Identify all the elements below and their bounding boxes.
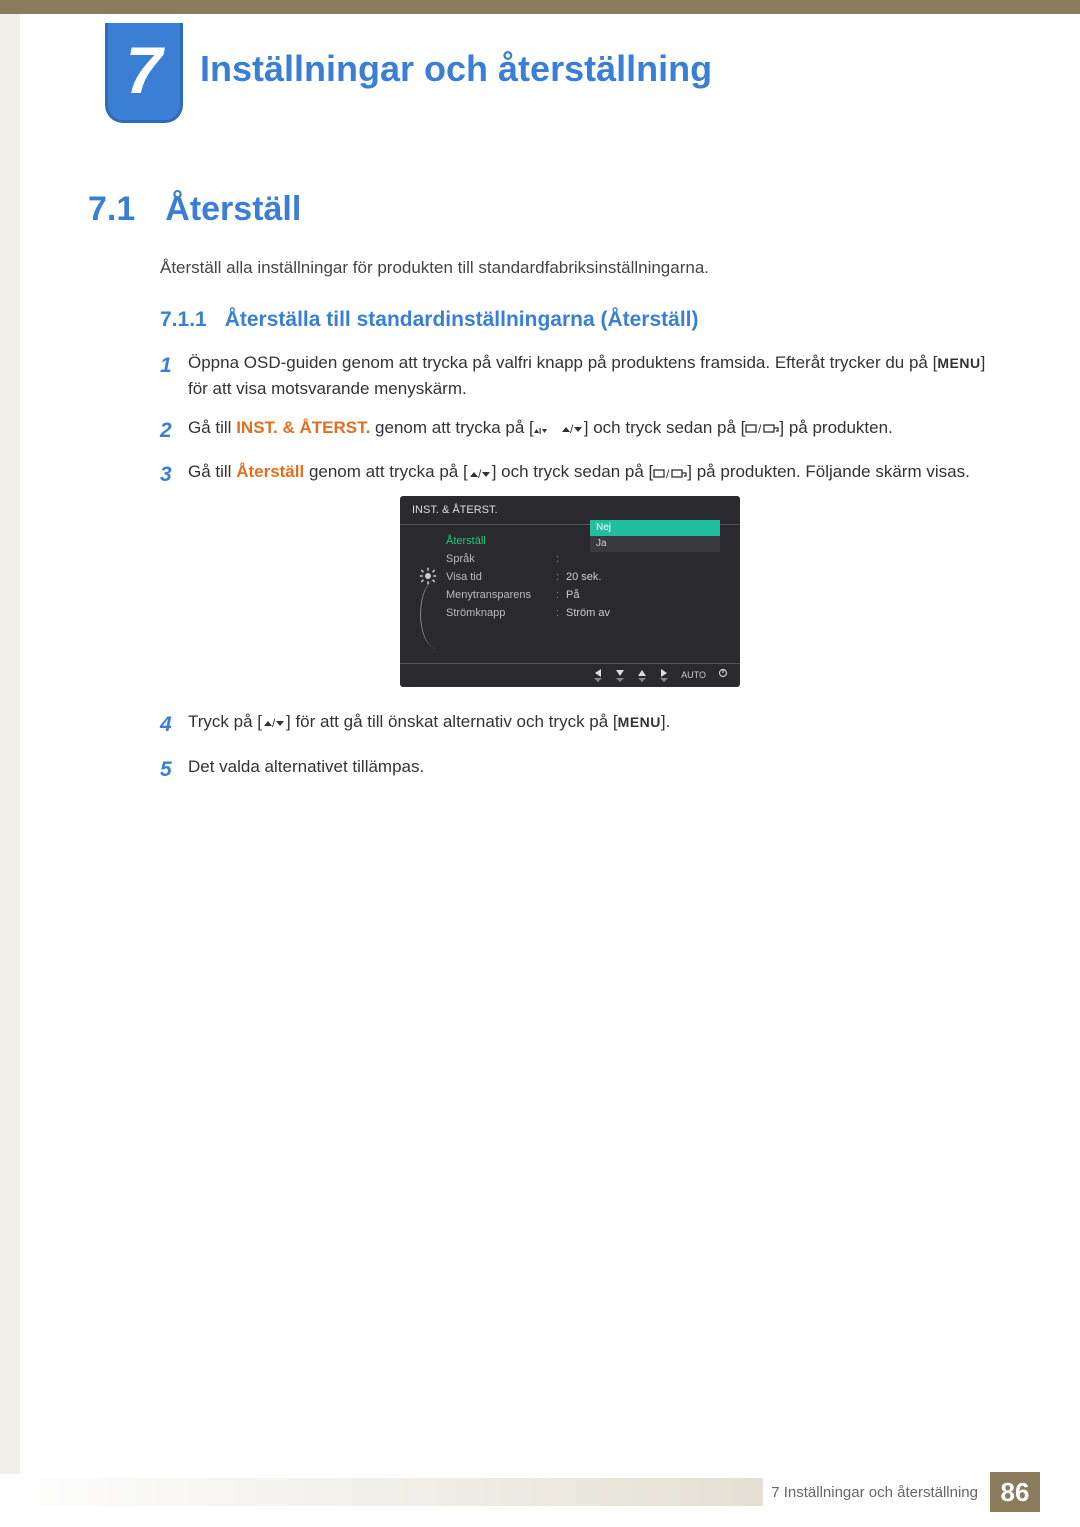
osd-item-power-button: Strömknapp : Ström av (446, 605, 730, 623)
osd-screenshot: INST. & ÅTERST. Återställ Språk : (400, 496, 740, 687)
nav-down-icon (615, 669, 625, 682)
chapter-title: Inställningar och återställning (200, 48, 712, 90)
step-number: 3 (160, 459, 188, 697)
section-heading: 7.1 Återställ (88, 190, 301, 229)
step-text: Gå till (188, 462, 236, 481)
auto-label: AUTO (681, 669, 706, 683)
osd-item-value: 20 sek. (566, 569, 601, 586)
footer-gradient (0, 1478, 763, 1506)
osd-item-label: Återställ (446, 533, 556, 550)
svg-text:/: / (758, 422, 762, 436)
source-enter-icon: / (745, 415, 779, 441)
osd-footer: AUTO (400, 663, 740, 687)
osd-left-rail (410, 531, 446, 649)
step-body: Gå till INST. & ÅTERST. genom att trycka… (188, 415, 990, 448)
step-text: genom att trycka på [ (304, 462, 467, 481)
page-footer: 7 Inställningar och återställning 86 (0, 1475, 1080, 1509)
subsection-number: 7.1.1 (160, 308, 207, 331)
step-number: 2 (160, 415, 188, 448)
top-accent-bar (0, 0, 1080, 14)
section-intro: Återställ alla inställningar för produkt… (160, 258, 709, 278)
section-title: Återställ (165, 190, 301, 228)
step-text: ] på produkten. (779, 418, 892, 437)
step-number: 1 (160, 350, 188, 403)
step-text: ] på produkten. Följande skärm visas. (687, 462, 970, 481)
osd-item-language: Språk : (446, 551, 730, 569)
steps-list: 1 Öppna OSD-guiden genom att trycka på v… (160, 350, 990, 798)
osd-item-display-time: Visa tid : 20 sek. (446, 569, 730, 587)
osd-item-label: Strömknapp (446, 605, 556, 622)
osd-item-transparency: Menytransparens : På (446, 587, 730, 605)
svg-text:/: / (272, 716, 276, 730)
step-number: 5 (160, 754, 188, 787)
step-1: 1 Öppna OSD-guiden genom att trycka på v… (160, 350, 990, 403)
step-text: ] för att gå till önskat alternativ och … (286, 712, 618, 731)
osd-popup-option: Ja (590, 536, 720, 552)
osd-item-label: Menytransparens (446, 587, 556, 604)
svg-text:/: / (570, 422, 574, 436)
section-number: 7.1 (88, 190, 135, 228)
step-3: 3 Gå till Återställ genom att trycka på … (160, 459, 990, 697)
subsection-heading: 7.1.1 Återställa till standardinställning… (160, 308, 699, 332)
source-enter-icon: / (653, 460, 687, 486)
step-text: ]. (661, 712, 670, 731)
side-accent-bar (0, 14, 20, 1474)
footer-chapter-ref: 7 Inställningar och återställning (771, 1484, 978, 1501)
osd-popup-selected: Nej (590, 520, 720, 536)
subsection-title: Återställa till standardinställningarna … (225, 308, 699, 331)
up-down-arrow-icon: / (468, 460, 492, 486)
up-down-arrow-icon (534, 415, 560, 441)
nav-left-icon (593, 669, 603, 682)
step-text: genom att trycka på [ (370, 418, 533, 437)
menu-key: MENU (937, 355, 980, 371)
nav-up-icon (637, 669, 647, 682)
colon: : (556, 551, 566, 568)
step-4: 4 Tryck på [ / ] för att gå till önskat al… (160, 709, 990, 742)
menu-key: MENU (618, 714, 661, 730)
osd-title: INST. & ÅTERST. (400, 496, 740, 522)
page-number: 86 (990, 1472, 1040, 1512)
step-text: Öppna OSD-guiden genom att trycka på val… (188, 353, 937, 372)
step-text: ] och tryck sedan på [ (584, 418, 746, 437)
step-5: 5 Det valda alternativet tillämpas. (160, 754, 990, 787)
osd-item-label: Språk (446, 551, 556, 568)
menu-path-emph: Återställ (236, 462, 304, 481)
step-text: ] och tryck sedan på [ (492, 462, 654, 481)
step-body: Gå till Återställ genom att trycka på [ /… (188, 459, 990, 697)
step-text: Gå till (188, 418, 236, 437)
step-number: 4 (160, 709, 188, 742)
colon: : (556, 587, 566, 604)
chapter-number-tab: 7 (105, 23, 183, 123)
osd-item-label: Visa tid (446, 569, 556, 586)
nav-right-icon (659, 669, 669, 682)
osd-popup: Nej Ja (590, 520, 720, 552)
step-text: Tryck på [ (188, 712, 262, 731)
osd-item-value: På (566, 587, 579, 604)
up-down-arrow-icon: / (262, 709, 286, 735)
step-body: Öppna OSD-guiden genom att trycka på val… (188, 350, 990, 403)
colon: : (556, 605, 566, 622)
up-down-arrow-icon: / (560, 415, 584, 441)
osd-item-value: Ström av (566, 605, 610, 622)
colon: : (556, 569, 566, 586)
menu-path-emph: INST. & ÅTERST. (236, 418, 370, 437)
step-body: Tryck på [ / ] för att gå till önskat alte… (188, 709, 990, 742)
power-icon (718, 668, 728, 683)
svg-text:/: / (478, 467, 482, 481)
svg-text:/: / (666, 467, 670, 481)
step-2: 2 Gå till INST. & ÅTERST. genom att tryc… (160, 415, 990, 448)
step-body: Det valda alternativet tillämpas. (188, 754, 990, 787)
